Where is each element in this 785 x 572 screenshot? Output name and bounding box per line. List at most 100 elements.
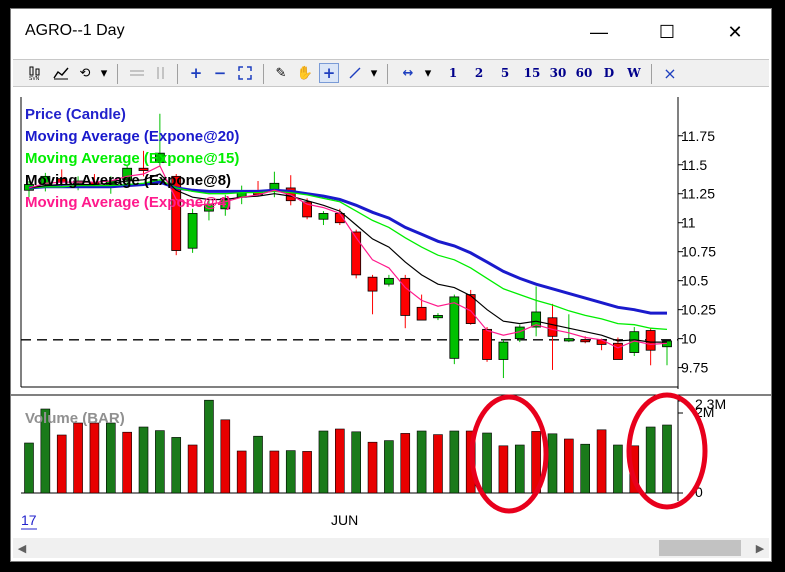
price-tick-label: 11.25: [681, 186, 715, 202]
candle-body: [383, 277, 394, 285]
candle-body: [367, 276, 378, 292]
price-tick-label: 11.5: [681, 157, 707, 173]
zoom-out-icon[interactable]: −: [211, 63, 229, 83]
legend-price-candle: Price (Candle): [25, 106, 126, 123]
scroll-right-icon[interactable]: ▶: [751, 538, 769, 558]
pan-hand-icon[interactable]: ✋: [295, 63, 315, 83]
candle-body: [449, 296, 460, 359]
candle-body: [596, 339, 607, 345]
volume-bar: [400, 433, 411, 494]
chart-window: AGRO--1 Day — ☐ ✕ SVN ⟲ ▾ + − ✎ ✋ + ▾ ↔ …: [10, 8, 772, 562]
candle-body: [187, 213, 198, 249]
legend-ema20: Moving Average (Expone@20): [25, 128, 239, 145]
period-15-button[interactable]: 15: [521, 63, 543, 83]
volume-bar: [449, 430, 460, 494]
price-tick-label: 10: [681, 331, 697, 347]
candle-body: [547, 317, 558, 337]
volume-bar: [580, 443, 591, 494]
line-tool-icon[interactable]: [345, 63, 365, 83]
volume-bar: [105, 422, 116, 494]
volume-bar: [138, 426, 149, 494]
svn-chart-icon[interactable]: SVN: [27, 63, 47, 83]
legend-ema4: Moving Average (Expone@4): [25, 194, 231, 211]
zoom-in-icon[interactable]: +: [187, 63, 205, 83]
volume-bar: [269, 450, 280, 494]
x-label-17: 17: [21, 512, 37, 528]
volume-label: Volume (BAR): [25, 410, 125, 427]
dual-pane-icon[interactable]: [151, 63, 171, 83]
line-chart-icon[interactable]: [51, 63, 71, 83]
crosshair-icon[interactable]: +: [319, 63, 339, 83]
volume-bar: [613, 444, 623, 494]
x-label-jun: JUN: [331, 512, 358, 528]
title-bar[interactable]: AGRO--1 Day — ☐ ✕: [11, 9, 771, 55]
volume-bar: [662, 424, 672, 494]
maximize-button[interactable]: ☐: [647, 17, 687, 47]
volume-bar: [56, 434, 67, 494]
svg-text:SVN: SVN: [29, 76, 40, 81]
period-60-button[interactable]: 60: [573, 63, 595, 83]
period-2-button[interactable]: 2: [471, 63, 487, 83]
price-tick-label: 11.75: [681, 128, 715, 144]
period-week-button[interactable]: W: [625, 63, 643, 83]
dropdown-icon[interactable]: ▾: [367, 63, 381, 83]
volume-bar: [645, 426, 656, 494]
volume-bar: [564, 438, 574, 494]
refresh-icon[interactable]: ⟲: [75, 63, 95, 83]
volume-bar: [433, 434, 443, 494]
candle-body: [138, 167, 149, 171]
volume-bar: [187, 444, 198, 494]
price-tick-label: 10.25: [681, 302, 716, 318]
price-y-axis: 11.75 11.5 11.25 11 10.75 10.5 10.25 10 9.75: [678, 128, 716, 376]
candle-body: [498, 341, 509, 360]
horizontal-scrollbar[interactable]: ◀ ▶: [13, 538, 769, 558]
volume-bar: [498, 445, 509, 494]
scrollbar-thumb[interactable]: [659, 540, 741, 556]
volume-bar: [596, 429, 607, 494]
candle-body: [318, 213, 329, 220]
volume-bar: [236, 450, 247, 494]
period-day-button[interactable]: D: [601, 63, 617, 83]
volume-bar: [514, 444, 525, 494]
candle-body: [416, 306, 427, 321]
close-window-button[interactable]: ✕: [715, 17, 755, 47]
price-tick-label: 11: [681, 215, 696, 231]
volume-bar: [416, 430, 427, 494]
dropdown-icon[interactable]: ▾: [421, 63, 435, 83]
volume-bar: [24, 442, 34, 494]
volume-bar: [253, 435, 263, 494]
single-pane-icon[interactable]: [127, 63, 147, 83]
volume-bar: [351, 431, 361, 494]
volume-bar: [482, 432, 492, 494]
volume-bar: [155, 430, 165, 494]
scroll-icon[interactable]: ↔: [397, 63, 419, 83]
price-tick-label: 9.75: [681, 360, 708, 376]
period-5-button[interactable]: 5: [497, 63, 513, 83]
chart-svg[interactable]: 11.75 11.5 11.25 11 10.75 10.5 10.25 10 9.75 2.3…: [11, 89, 771, 537]
price-tick-label: 10.5: [681, 273, 708, 289]
period-1-button[interactable]: 1: [445, 63, 461, 83]
dropdown-icon[interactable]: ▾: [97, 63, 111, 83]
legend-ema15: Moving Average (Expone@15): [25, 150, 239, 167]
volume-bar: [122, 431, 132, 494]
minimize-button[interactable]: —: [579, 17, 619, 47]
candle-body: [580, 339, 591, 343]
period-30-button[interactable]: 30: [547, 63, 569, 83]
chart-area[interactable]: 11.75 11.5 11.25 11 10.75 10.5 10.25 10 9.75 2.3…: [11, 89, 771, 537]
fit-icon[interactable]: [235, 63, 255, 83]
draw-icon[interactable]: ✎: [271, 63, 291, 83]
window-title: AGRO--1 Day: [25, 22, 125, 39]
volume-bar: [384, 440, 394, 494]
volume-y-axis: 2.3M2M0: [678, 396, 726, 500]
legend-ema8: Moving Average (Expone@8): [25, 172, 231, 189]
volume-bar: [204, 399, 214, 494]
close-icon[interactable]: ×: [661, 63, 679, 83]
volume-bar: [335, 428, 345, 494]
volume-bar: [302, 451, 312, 494]
candle-body: [482, 328, 492, 360]
candle-body: [433, 315, 443, 319]
volume-bar: [367, 441, 378, 494]
scroll-left-icon[interactable]: ◀: [13, 538, 31, 558]
volume-bar: [89, 422, 100, 494]
volume-bar: [318, 430, 329, 494]
